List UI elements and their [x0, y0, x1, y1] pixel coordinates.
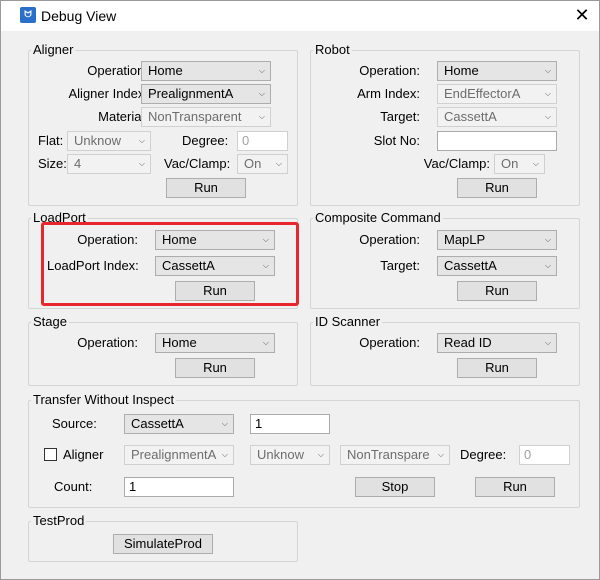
robot-group-title: Robot: [313, 42, 352, 57]
simulate-prod-button[interactable]: SimulateProd: [113, 534, 213, 554]
stage-operation-label: Operation:: [77, 335, 138, 350]
chevron-down-icon: ⌵: [544, 112, 551, 121]
robot-vac-select[interactable]: On ⌵: [494, 154, 545, 174]
aligner-run-button[interactable]: Run: [166, 178, 246, 198]
aligner-size-label: Size:: [38, 156, 67, 171]
robot-operation-label: Operation:: [359, 63, 420, 78]
chevron-down-icon: ⌵: [138, 136, 145, 145]
loadport-run-button[interactable]: Run: [175, 281, 255, 301]
loadport-group-title: LoadPort: [31, 210, 88, 225]
robot-target-label: Target:: [380, 109, 420, 124]
aligner-size-select[interactable]: 4 ⌵: [67, 154, 151, 174]
close-icon[interactable]: ✕: [567, 3, 597, 29]
aligner-group-title: Aligner: [31, 42, 76, 57]
stage-operation-select[interactable]: Home ⌵: [155, 333, 275, 353]
aligner-material-label: Material:: [98, 109, 148, 124]
idscanner-group: ID Scanner: [310, 314, 580, 386]
aligner-degree-field[interactable]: 0: [237, 131, 288, 151]
chevron-down-icon: ⌵: [221, 450, 228, 459]
chevron-down-icon: ⌵: [275, 159, 282, 168]
transfer-degree-label: Degree:: [460, 447, 507, 462]
transfer-source-select[interactable]: CassettA ⌵: [124, 414, 234, 434]
loadport-index-select[interactable]: CassettA ⌵: [155, 256, 275, 276]
idscanner-group-title: ID Scanner: [313, 314, 383, 329]
chevron-down-icon: ⌵: [221, 419, 228, 428]
app-icon: ᗢ: [20, 7, 36, 23]
debug-view-window: ᗢ Debug View ✕ Aligner Operation: Home ⌵ …: [0, 0, 600, 580]
aligner-index-select[interactable]: PrealignmentA ⌵: [141, 84, 271, 104]
chevron-down-icon: ⌵: [544, 89, 551, 98]
chevron-down-icon: ⌵: [258, 112, 265, 121]
idscanner-operation-label: Operation:: [359, 335, 420, 350]
loadport-operation-label: Operation:: [77, 232, 138, 247]
chevron-down-icon: ⌵: [544, 338, 551, 347]
transfer-flat-select[interactable]: Unknow ⌵: [250, 445, 330, 465]
transfer-source-slot-field[interactable]: 1: [250, 414, 330, 434]
idscanner-run-button[interactable]: Run: [457, 358, 537, 378]
chevron-down-icon: ⌵: [532, 159, 539, 168]
aligner-flat-label: Flat:: [38, 133, 64, 148]
composite-target-select[interactable]: CassettA ⌵: [437, 256, 557, 276]
transfer-aligner-checkbox[interactable]: [44, 448, 57, 461]
composite-target-label: Target:: [380, 258, 420, 273]
transfer-source-label: Source:: [52, 416, 97, 431]
transfer-count-field[interactable]: 1: [124, 477, 234, 497]
aligner-flat-select[interactable]: Unknow ⌵: [67, 131, 151, 151]
chevron-down-icon: ⌵: [437, 450, 444, 459]
composite-group-title: Composite Command: [313, 210, 443, 225]
composite-operation-select[interactable]: MapLP ⌵: [437, 230, 557, 250]
aligner-index-label: Aligner Index:: [68, 86, 149, 101]
chevron-down-icon: ⌵: [262, 338, 269, 347]
chevron-down-icon: ⌵: [544, 66, 551, 75]
transfer-aligner-label: Aligner: [63, 447, 104, 462]
chevron-down-icon: ⌵: [262, 235, 269, 244]
stage-group-title: Stage: [31, 314, 69, 329]
loadport-index-label: LoadPort Index:: [47, 258, 139, 273]
robot-target-select[interactable]: CassettA ⌵: [437, 107, 557, 127]
aligner-operation-select[interactable]: Home ⌵: [141, 61, 271, 81]
chevron-down-icon: ⌵: [258, 66, 265, 75]
aligner-operation-label: Operation:: [87, 63, 148, 78]
aligner-vac-select[interactable]: On ⌵: [237, 154, 288, 174]
robot-slot-label: Slot No:: [373, 133, 420, 148]
composite-run-button[interactable]: Run: [457, 281, 537, 301]
chevron-down-icon: ⌵: [138, 159, 145, 168]
title-bar: ᗢ Debug View ✕: [1, 1, 599, 31]
robot-operation-select[interactable]: Home ⌵: [437, 61, 557, 81]
transfer-run-button[interactable]: Run: [475, 477, 555, 497]
chevron-down-icon: ⌵: [258, 89, 265, 98]
aligner-material-select[interactable]: NonTransparent ⌵: [141, 107, 271, 127]
chevron-down-icon: ⌵: [544, 235, 551, 244]
idscanner-operation-select[interactable]: Read ID ⌵: [437, 333, 557, 353]
robot-run-button[interactable]: Run: [457, 178, 537, 198]
loadport-operation-select[interactable]: Home ⌵: [155, 230, 275, 250]
testprod-group-title: TestProd: [31, 513, 87, 528]
chevron-down-icon: ⌵: [317, 450, 324, 459]
aligner-degree-label: Degree:: [182, 133, 229, 148]
window-title: Debug View: [41, 8, 117, 24]
robot-arm-label: Arm Index:: [357, 86, 420, 101]
chevron-down-icon: ⌵: [262, 261, 269, 270]
transfer-group-title: Transfer Without Inspect: [31, 392, 177, 407]
transfer-degree-field[interactable]: 0: [519, 445, 570, 465]
chevron-down-icon: ⌵: [544, 261, 551, 270]
robot-vac-label: Vac/Clamp:: [423, 156, 490, 171]
transfer-stop-button[interactable]: Stop: [355, 477, 435, 497]
transfer-count-label: Count:: [54, 479, 93, 494]
robot-arm-select[interactable]: EndEffectorA ⌵: [437, 84, 557, 104]
transfer-aligner-index-select[interactable]: PrealignmentA ⌵: [124, 445, 234, 465]
composite-operation-label: Operation:: [359, 232, 420, 247]
aligner-vac-label: Vac/Clamp:: [164, 156, 231, 171]
robot-slot-field[interactable]: [437, 131, 557, 151]
stage-group: Stage: [28, 314, 298, 386]
stage-run-button[interactable]: Run: [175, 358, 255, 378]
transfer-material-select[interactable]: NonTranspare ⌵: [340, 445, 450, 465]
